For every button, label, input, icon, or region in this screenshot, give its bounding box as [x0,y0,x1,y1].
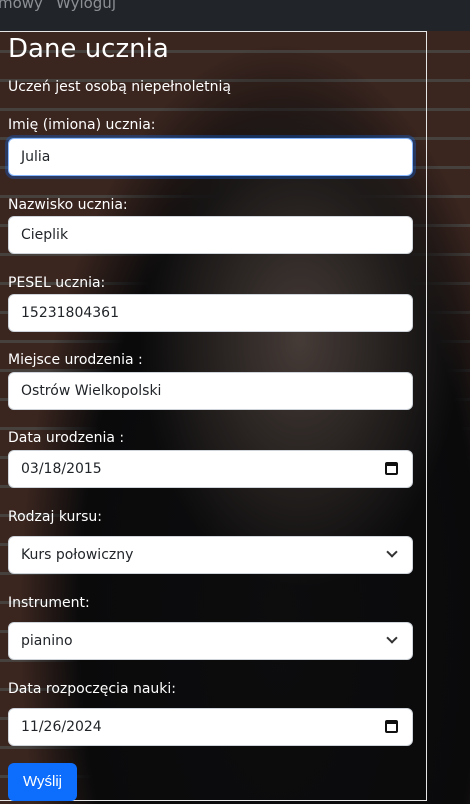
submit-button[interactable]: Wyślij [8,763,77,801]
first-name-label: Imię (imiona) ucznia: [8,117,156,133]
start-date-value: 11/26/2024 [21,719,102,735]
last-name-label: Nazwisko ucznia: [8,197,128,213]
student-form: Dane ucznia Uczeń jest osobą niepełnolet… [0,31,427,801]
instrument-value: pianino [21,633,73,649]
nav-link-mowy[interactable]: mowy [0,0,43,12]
birthdate-input[interactable]: 03/18/2015 [8,450,413,488]
start-date-input[interactable]: 11/26/2024 [8,708,413,746]
chevron-down-icon [386,632,398,644]
calendar-icon[interactable] [385,720,398,733]
last-name-input[interactable]: Cieplik [8,216,413,254]
birthplace-label: Miejsce urodzenia : [8,352,143,368]
chevron-down-icon [386,546,398,558]
pesel-label: PESEL ucznia: [8,275,106,291]
birthplace-input[interactable]: Ostrów Wielkopolski [8,372,413,410]
page-title: Dane ucznia [8,34,169,64]
course-type-select[interactable]: Kurs połowiczny [8,536,413,574]
minor-note: Uczeń jest osobą niepełnoletnią [8,79,231,95]
birthdate-value: 03/18/2015 [21,461,102,477]
instrument-label: Instrument: [8,595,90,611]
nav-link-logout[interactable]: Wyloguj [56,0,116,12]
birthdate-label: Data urodzenia : [8,430,125,446]
start-date-label: Data rozpoczęcia nauki: [8,681,177,697]
calendar-icon[interactable] [385,462,398,475]
instrument-select[interactable]: pianino [8,622,413,660]
pesel-input[interactable]: 15231804361 [8,294,413,332]
navbar: mowy Wyloguj [0,0,470,31]
first-name-input[interactable]: Julia [8,138,413,176]
course-type-label: Rodzaj kursu: [8,509,103,525]
course-type-value: Kurs połowiczny [21,547,134,563]
